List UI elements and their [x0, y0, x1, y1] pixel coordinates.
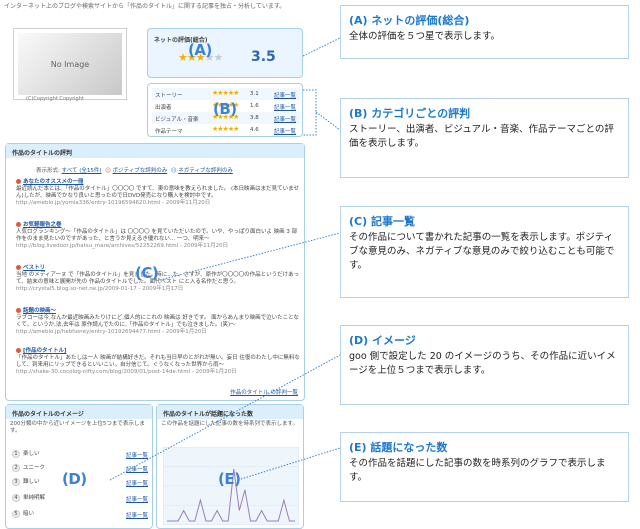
callout-e: (E) 話題になった数 その作品を話題にした記事の数を時系列のグラフで表示します…	[340, 432, 629, 502]
callout-a-body: 全体の評価を５つ星で表示します。	[349, 31, 501, 42]
callout-b-title: (B) カテゴリごとの評判	[349, 107, 471, 120]
callout-c: (C) 記事一覧 その作品について書かれた記事の一覧を表示します。ポジティブな意…	[340, 206, 629, 298]
callout-d: (D) イメージ goo 側で設定した 20 のイメージのうち、その作品に近いイ…	[340, 325, 629, 405]
callout-d-title: (D) イメージ	[349, 334, 416, 347]
callout-b: (B) カテゴリごとの評判 ストーリー、出演者、ビジュアル・音楽、作品テーマごと…	[340, 98, 629, 178]
callout-b-body: ストーリー、出演者、ビジュアル・音楽、作品テーマごとの評価を表示します。	[349, 124, 614, 149]
callout-d-body: goo 側で設定した 20 のイメージのうち、その作品に近いイメージを上位５つま…	[349, 351, 616, 376]
callout-e-body: その作品を話題にした記事の数を時系列のグラフで表示します。	[349, 458, 606, 483]
callout-a-title: (A) ネットの評価(総合)	[349, 14, 470, 27]
callout-a: (A) ネットの評価(総合) 全体の評価を５つ星で表示します。	[340, 5, 629, 59]
callout-c-body: その作品について書かれた記事の一覧を表示します。ポジティブな意見のみ、ネガティブ…	[349, 232, 615, 271]
callout-e-title: (E) 話題になった数	[349, 441, 448, 454]
callout-c-title: (C) 記事一覧	[349, 215, 415, 228]
